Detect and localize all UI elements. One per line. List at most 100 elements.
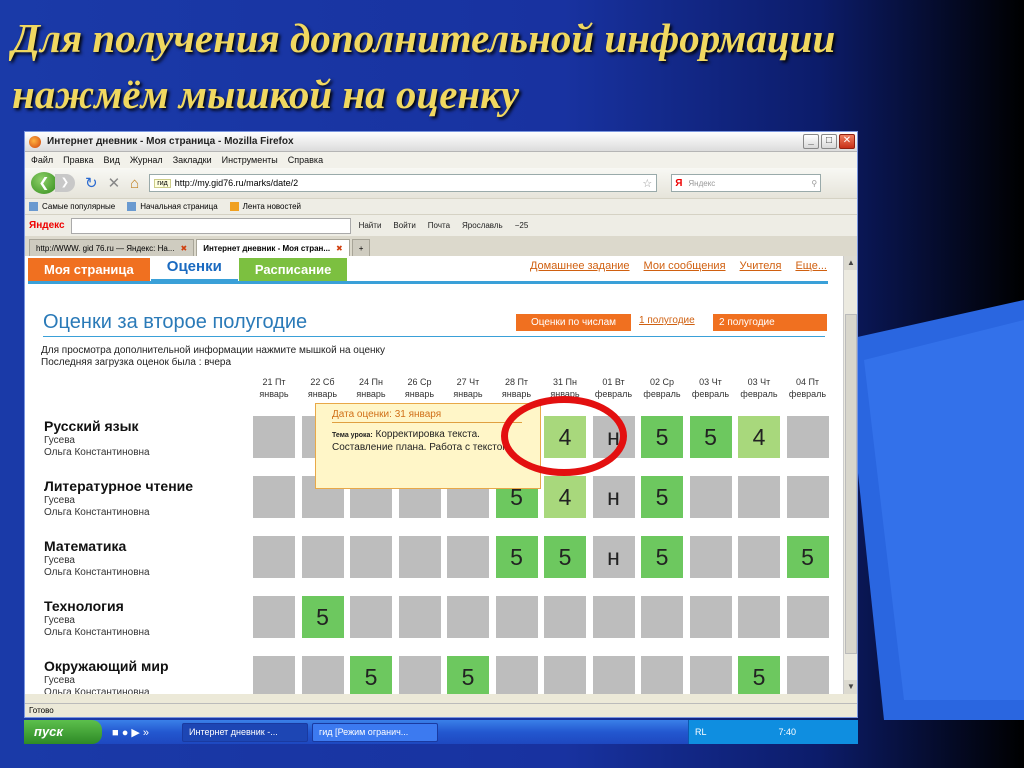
mark-cell[interactable]: 4	[544, 476, 586, 518]
search-magnifier-icon[interactable]: ⚲	[811, 179, 817, 188]
empty-mark-cell[interactable]	[301, 656, 344, 694]
empty-mark-cell[interactable]	[689, 596, 732, 638]
mark-cell[interactable]: н	[592, 476, 635, 518]
search-box[interactable]: Я Яндекс ⚲	[671, 174, 822, 192]
menu-edit[interactable]: Правка	[63, 155, 93, 165]
mark-cell[interactable]: 5	[447, 656, 489, 694]
mark-cell[interactable]: 5	[641, 416, 683, 458]
empty-mark-cell[interactable]	[350, 536, 392, 578]
start-button[interactable]: пуск	[24, 720, 102, 744]
window-titlebar[interactable]: Интернет дневник - Моя страница - Mozill…	[25, 132, 857, 152]
close-tab-icon[interactable]: ✖	[336, 244, 343, 253]
back-button[interactable]: ❮	[31, 172, 57, 194]
mark-cell[interactable]: 5	[495, 536, 538, 578]
empty-mark-cell[interactable]	[592, 656, 635, 694]
empty-mark-cell[interactable]	[786, 416, 829, 458]
yandex-mail-button[interactable]: Почта	[428, 221, 450, 230]
mark-cell[interactable]: 5	[350, 656, 392, 694]
stop-icon[interactable]: ✕	[108, 174, 121, 192]
empty-mark-cell[interactable]	[689, 536, 732, 578]
menu-view[interactable]: Вид	[104, 155, 120, 165]
scroll-up-arrow-icon[interactable]: ▲	[844, 256, 857, 270]
quick-launch-icons[interactable]: ■ ● ▶ »	[112, 726, 182, 739]
empty-mark-cell[interactable]	[495, 596, 538, 638]
empty-mark-cell[interactable]	[350, 596, 392, 638]
empty-mark-cell[interactable]	[544, 656, 586, 694]
empty-mark-cell[interactable]	[253, 416, 295, 458]
menu-bookmarks[interactable]: Закладки	[173, 155, 212, 165]
marks-by-date-button[interactable]: Оценки по числам	[516, 314, 631, 331]
link-messages[interactable]: Мои сообщения	[644, 260, 726, 272]
empty-mark-cell[interactable]	[592, 596, 635, 638]
reload-icon[interactable]: ↻	[85, 174, 98, 192]
empty-mark-cell[interactable]	[786, 596, 829, 638]
empty-mark-cell[interactable]	[786, 656, 829, 694]
link-teachers[interactable]: Учителя	[740, 260, 782, 272]
mark-cell[interactable]: н	[592, 536, 635, 578]
browser-tab-diary[interactable]: Интернет дневник - Моя стран... ✖	[196, 239, 350, 256]
mark-cell[interactable]: 5	[738, 656, 780, 694]
empty-mark-cell[interactable]	[301, 536, 344, 578]
bookmark-news-feed[interactable]: Лента новостей	[229, 202, 301, 211]
yandex-search-input[interactable]	[70, 217, 351, 234]
tab-marks[interactable]: Оценки	[150, 256, 238, 282]
empty-mark-cell[interactable]	[544, 596, 586, 638]
close-tab-icon[interactable]: ✖	[181, 244, 188, 253]
yandex-city-label[interactable]: Ярославль	[462, 221, 503, 230]
mark-cell[interactable]: 5	[786, 536, 829, 578]
empty-mark-cell[interactable]	[786, 476, 829, 518]
menu-tools[interactable]: Инструменты	[222, 155, 278, 165]
page-scrollbar[interactable]: ▲ ▼	[843, 256, 857, 694]
empty-mark-cell[interactable]	[253, 536, 295, 578]
minimize-button[interactable]: _	[803, 134, 819, 149]
bookmark-start-page[interactable]: Начальная страница	[127, 202, 218, 211]
maximize-button[interactable]: □	[821, 134, 837, 149]
mark-cell[interactable]: 5	[689, 416, 732, 458]
taskbar-item-diary[interactable]: Интернет дневник -...	[182, 722, 308, 742]
empty-mark-cell[interactable]	[641, 596, 683, 638]
url-text[interactable]: http://my.gid76.ru/marks/date/2	[175, 178, 643, 188]
empty-mark-cell[interactable]	[253, 656, 295, 694]
menu-help[interactable]: Справка	[288, 155, 323, 165]
tab-schedule[interactable]: Расписание	[238, 258, 348, 282]
mark-cell[interactable]: 5	[544, 536, 586, 578]
first-half-link[interactable]: 1 полугодие	[639, 315, 695, 326]
empty-mark-cell[interactable]	[641, 656, 683, 694]
yandex-find-button[interactable]: Найти	[359, 221, 382, 230]
empty-mark-cell[interactable]	[447, 536, 489, 578]
new-tab-button[interactable]: +	[351, 239, 371, 256]
yandex-login-button[interactable]: Войти	[393, 221, 415, 230]
scrollbar-thumb[interactable]	[845, 314, 857, 654]
mark-cell[interactable]: 5	[641, 536, 683, 578]
empty-mark-cell[interactable]	[738, 596, 780, 638]
empty-mark-cell[interactable]	[738, 536, 780, 578]
menu-file[interactable]: Файл	[31, 155, 53, 165]
taskbar-item-gid[interactable]: гид [Режим огранич...	[312, 722, 438, 742]
mark-cell[interactable]: 5	[301, 596, 344, 638]
link-homework[interactable]: Домашнее задание	[530, 260, 630, 272]
language-indicator[interactable]: RL	[695, 727, 707, 737]
empty-mark-cell[interactable]	[689, 656, 732, 694]
second-half-button[interactable]: 2 полугодие	[713, 314, 827, 331]
address-bar[interactable]: гид http://my.gid76.ru/marks/date/2 ☆	[149, 174, 658, 192]
browser-tab-yandex[interactable]: http://WWW. gid 76.ru — Яндекс: На... ✖	[29, 239, 195, 256]
mark-cell[interactable]: 5	[641, 476, 683, 518]
home-icon[interactable]: ⌂	[130, 175, 139, 192]
mark-cell[interactable]: 4	[738, 416, 780, 458]
tab-my-page[interactable]: Моя страница	[28, 258, 150, 282]
close-button[interactable]: ✕	[839, 134, 855, 149]
link-more[interactable]: Еще...	[795, 260, 827, 272]
empty-mark-cell[interactable]	[738, 476, 780, 518]
search-engine-logo[interactable]: Я	[675, 178, 682, 189]
empty-mark-cell[interactable]	[398, 596, 441, 638]
bookmark-most-visited[interactable]: Самые популярные	[29, 202, 115, 211]
empty-mark-cell[interactable]	[253, 596, 295, 638]
search-placeholder[interactable]: Яндекс	[688, 179, 811, 188]
scroll-down-arrow-icon[interactable]: ▼	[844, 680, 857, 694]
forward-button[interactable]: ❯	[55, 174, 75, 192]
empty-mark-cell[interactable]	[689, 476, 732, 518]
menu-history[interactable]: Журнал	[130, 155, 163, 165]
empty-mark-cell[interactable]	[253, 476, 295, 518]
empty-mark-cell[interactable]	[398, 656, 441, 694]
empty-mark-cell[interactable]	[398, 536, 441, 578]
